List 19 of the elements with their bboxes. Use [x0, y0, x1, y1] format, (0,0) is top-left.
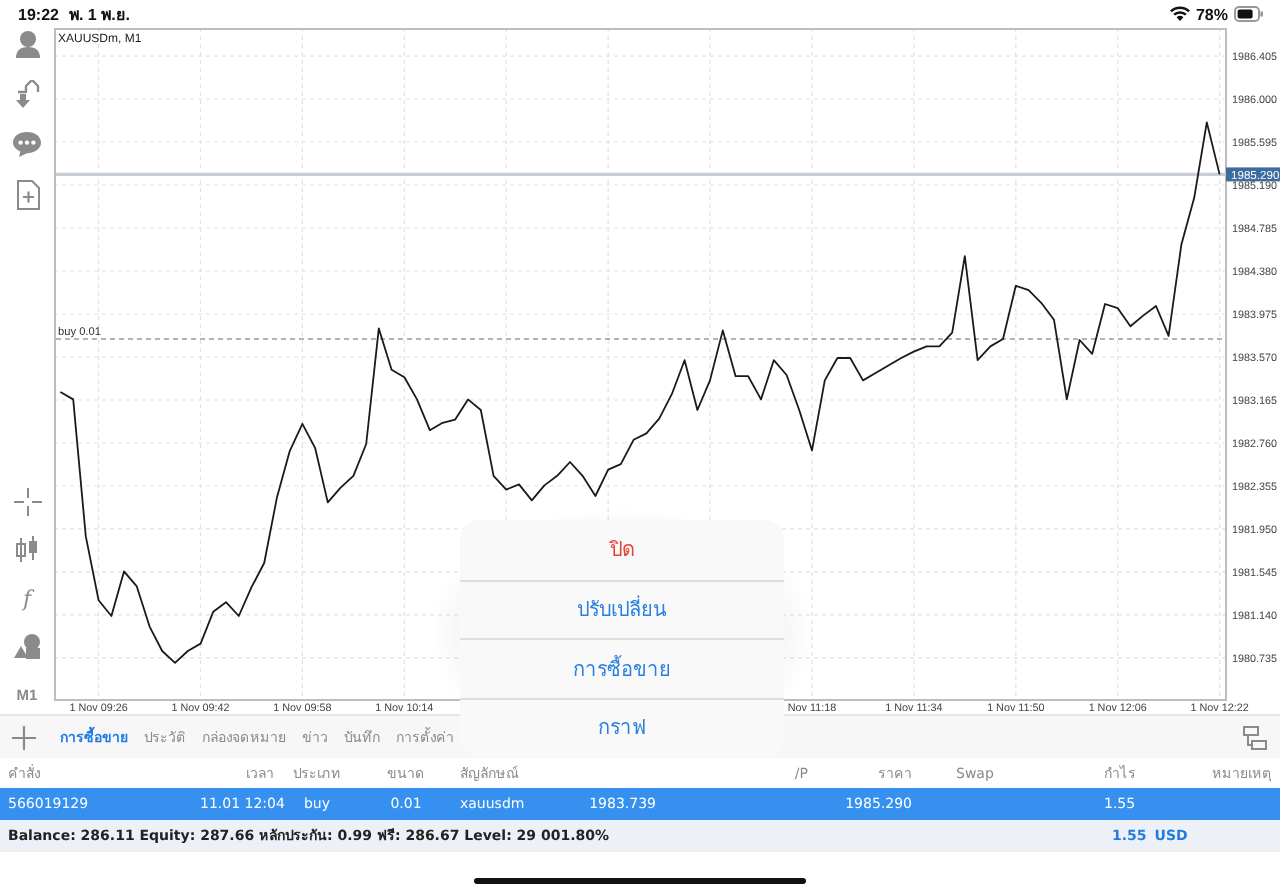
layout-icon[interactable] [1242, 725, 1268, 749]
menu-item[interactable]: ปิด [460, 520, 784, 579]
new-document-icon[interactable] [15, 179, 39, 209]
menu-item[interactable]: การซื้อขาย [460, 638, 784, 697]
crosshair-icon[interactable] [13, 488, 41, 516]
candlestick-icon[interactable] [14, 536, 40, 564]
person-icon[interactable] [13, 29, 41, 59]
wifi-icon [1169, 6, 1190, 22]
clock: 19:22 [18, 5, 59, 23]
menu-item[interactable]: ปรับเปลี่ยน [460, 579, 784, 638]
battery-icon [1234, 6, 1264, 22]
shapes-icon[interactable] [12, 632, 42, 660]
battery-percent: 78% [1195, 5, 1228, 23]
up-down-arrows-icon[interactable] [13, 79, 41, 109]
chat-icon[interactable] [12, 130, 42, 158]
plus-icon[interactable] [12, 725, 36, 749]
menu-item[interactable]: กราฟ [460, 697, 784, 756]
indicator-icon[interactable]: f [22, 585, 32, 611]
date: พ. 1 พ.ย. [68, 3, 131, 27]
